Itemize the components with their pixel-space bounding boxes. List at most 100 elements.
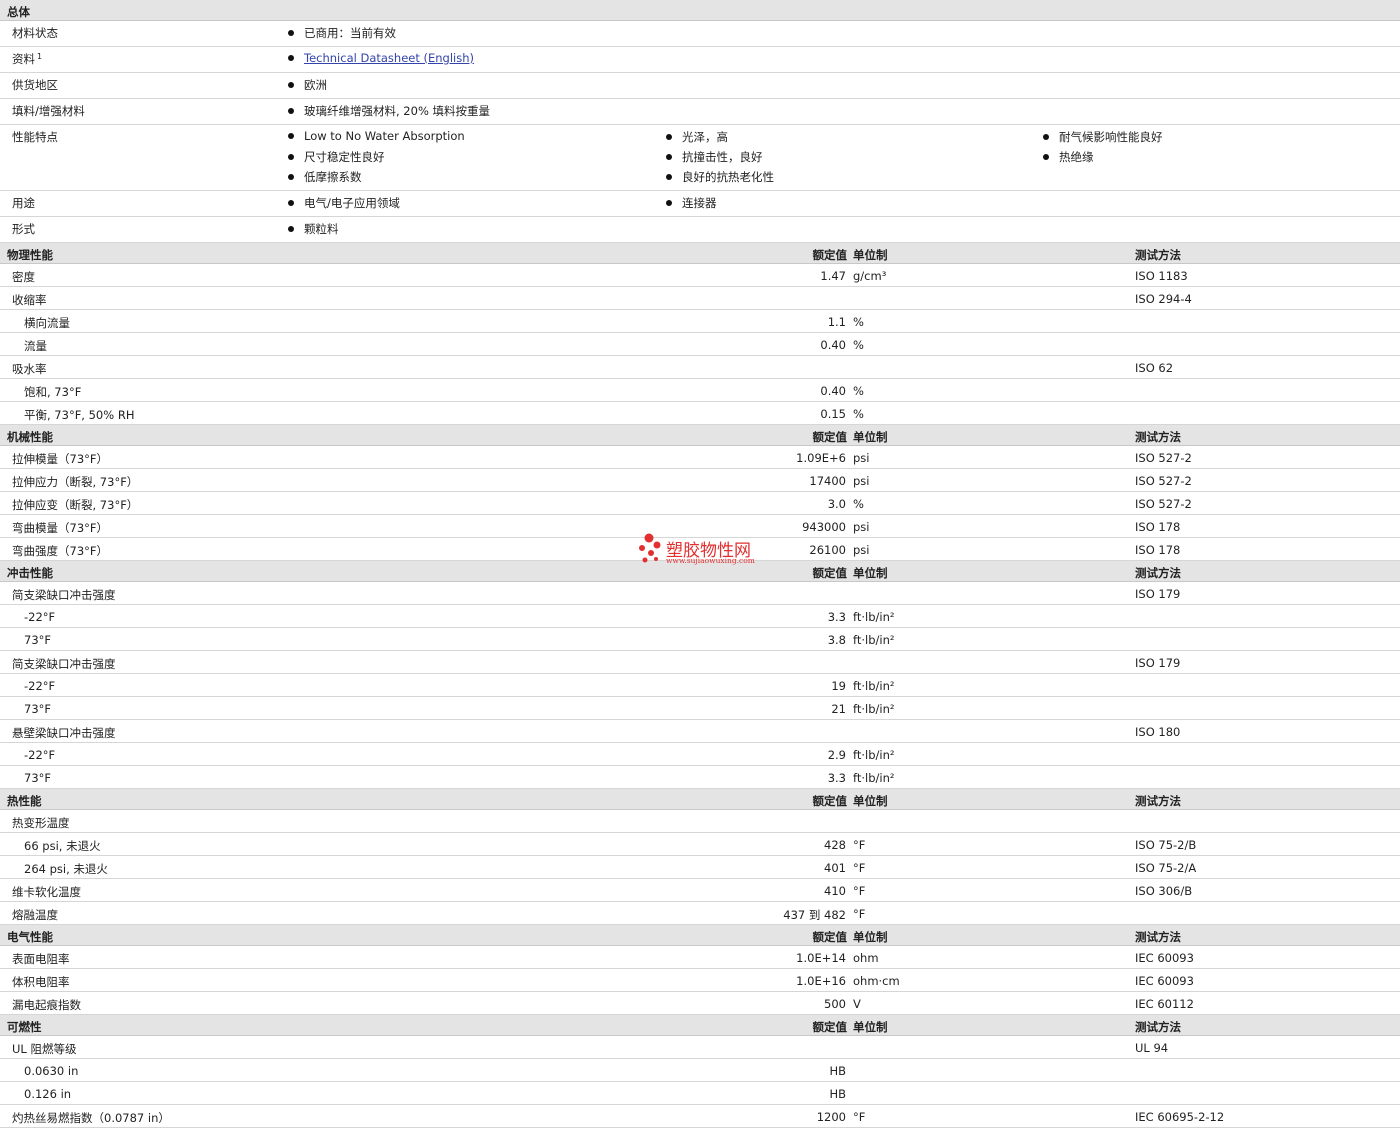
bullet-icon [288,55,294,61]
section-title: 总体 [7,5,30,19]
value-item-text: 耐气候影响性能良好 [1059,130,1163,144]
property-row: 横向流量 1.1% [0,310,1400,333]
test-method: IEC 60695-2-12 [1135,1110,1225,1124]
property-row: 表面电阻率 1.0E+14 ohm IEC 60093 [0,946,1400,969]
nominal-value: 3.3 [827,610,846,624]
nominal-column-header: 额定值 [812,430,848,444]
property-label: 密度 [12,270,35,284]
method-column-header: 测试方法 [1135,430,1181,444]
unit-column-header: 单位制 [853,430,888,444]
general-row-label-text: 资料 [12,52,35,66]
nominal-column-header: 额定值 [812,930,848,944]
value-item-text: 热绝缘 [1059,150,1094,164]
bullet-icon [288,108,294,114]
datasheet-link[interactable]: Technical Datasheet (English) [304,51,474,65]
nominal-value: 2.9 [827,748,846,762]
bullet-icon [666,134,672,140]
value-item-text: 尺寸稳定性良好 [304,150,385,164]
section-title: 冲击性能 [7,566,53,580]
value-item: 低摩擦系数 [288,168,666,188]
unit-value: % [853,497,864,511]
bullet-icon [288,30,294,36]
nominal-value: 1.0E+16 [796,974,846,988]
unit-value: ft·lb/in² [853,679,895,693]
property-label: 吸水率 [12,362,47,376]
property-label: 拉伸应变（断裂, 73°F） [12,498,139,512]
section-header: 热性能 额定值 单位制 测试方法 [0,789,1400,810]
property-label: 拉伸模量（73°F） [12,452,108,466]
unit-column-header: 单位制 [853,1020,888,1034]
test-method: ISO 1183 [1135,269,1188,283]
nominal-column-header: 额定值 [812,794,848,808]
test-method: IEC 60093 [1135,951,1194,965]
nominal-value: 1.0E+14 [796,951,846,965]
property-row: 拉伸应力（断裂, 73°F） 17400 psi ISO 527-2 [0,469,1400,492]
section-title: 电气性能 [7,930,53,944]
unit-column-header: 单位制 [853,566,888,580]
value-item: 电气/电子应用领域 [288,194,666,214]
unit-value: °F [853,907,866,921]
property-label: 流量 [24,339,47,353]
general-row-label-text: 填料/增强材料 [12,104,85,118]
unit-value: V [853,997,861,1011]
property-label: 拉伸应力（断裂, 73°F） [12,475,139,489]
property-label: 73°F [24,771,51,785]
unit-value: % [853,407,864,421]
nominal-value: 3.8 [827,633,846,647]
nominal-value: 1.1 [827,315,846,329]
property-row: 漏电起痕指数 500 V IEC 60112 [0,992,1400,1015]
property-label: 0.0630 in [24,1064,79,1078]
nominal-value: 3.3 [827,771,846,785]
test-method: ISO 178 [1135,520,1181,534]
property-label: 熔融温度 [12,908,58,922]
section-header: 可燃性 额定值 单位制 测试方法 [0,1015,1400,1036]
general-row-label: 填料/增强材料 [12,103,85,119]
general-row-label: 资料 1 [12,51,42,67]
section-title: 可燃性 [7,1020,42,1034]
property-label: 弯曲强度（73°F） [12,544,108,558]
property-row: 0.0630 in HB [0,1059,1400,1082]
property-label: 热变形温度 [12,816,70,830]
bullet-icon [1043,134,1049,140]
property-label: 维卡软化温度 [12,885,81,899]
nominal-value: 1.47 [820,269,846,283]
value-item[interactable]: Technical Datasheet (English) [288,50,1088,70]
property-label: 灼热丝易燃指数（0.0787 in） [12,1111,170,1125]
nominal-value: 0.40 [820,338,846,352]
property-row: 密度 1.47 g/cm³ ISO 1183 [0,264,1400,287]
nominal-value: 428 [824,838,846,852]
value-item: 良好的抗热老化性 [666,168,1043,188]
unit-value: ft·lb/in² [853,702,895,716]
general-row-label-text: 形式 [12,222,35,236]
value-item: 热绝缘 [1043,148,1383,168]
value-item-text: Low to No Water Absorption [304,129,465,143]
test-method: ISO 180 [1135,725,1181,739]
property-label: 平衡, 73°F, 50% RH [24,408,135,422]
property-label: 饱和, 73°F [24,385,82,399]
unit-value: °F [853,1110,866,1124]
property-row: -22°F 19 ft·lb/in² [0,674,1400,697]
general-rows: 材料状态 已商用：当前有效 资料 1 Technical Datasheet (Engl… [0,21,1400,243]
general-row: 供货地区 欧洲 [0,73,1400,99]
property-row: 简支梁缺口冲击强度 ISO 179 [0,582,1400,605]
general-row: 性能特点 Low to No Water Absorption 尺寸稳定性良好 低摩擦… [0,125,1400,191]
value-item: 连接器 [666,194,1043,214]
general-row-values: 欧洲 [288,73,1400,98]
section-header: 机械性能 额定值 单位制 测试方法 [0,425,1400,446]
test-method: IEC 60093 [1135,974,1194,988]
property-row: -22°F 2.9 ft·lb/in² [0,743,1400,766]
property-row: 灼热丝易燃指数（0.0787 in） 1200 °F IEC 60695-2-12 [0,1105,1400,1128]
value-item: 抗撞击性，良好 [666,148,1043,168]
section-title: 热性能 [7,794,42,808]
property-label: 73°F [24,633,51,647]
test-method: ISO 179 [1135,587,1181,601]
property-label: -22°F [24,679,56,693]
general-row-values: 玻璃纤维增强材料, 20% 填料按重量 [288,99,1400,124]
general-row: 用途 电气/电子应用领域 连接器 [0,191,1400,217]
general-row-label: 用途 [12,195,35,211]
nominal-value: 1.09E+6 [796,451,846,465]
general-row: 填料/增强材料 玻璃纤维增强材料, 20% 填料按重量 [0,99,1400,125]
general-row-values: Low to No Water Absorption 尺寸稳定性良好 低摩擦系数 光泽… [288,125,1400,190]
section-header-general: 总体 [0,0,1400,21]
nominal-value: 437 到 482 [783,908,846,922]
